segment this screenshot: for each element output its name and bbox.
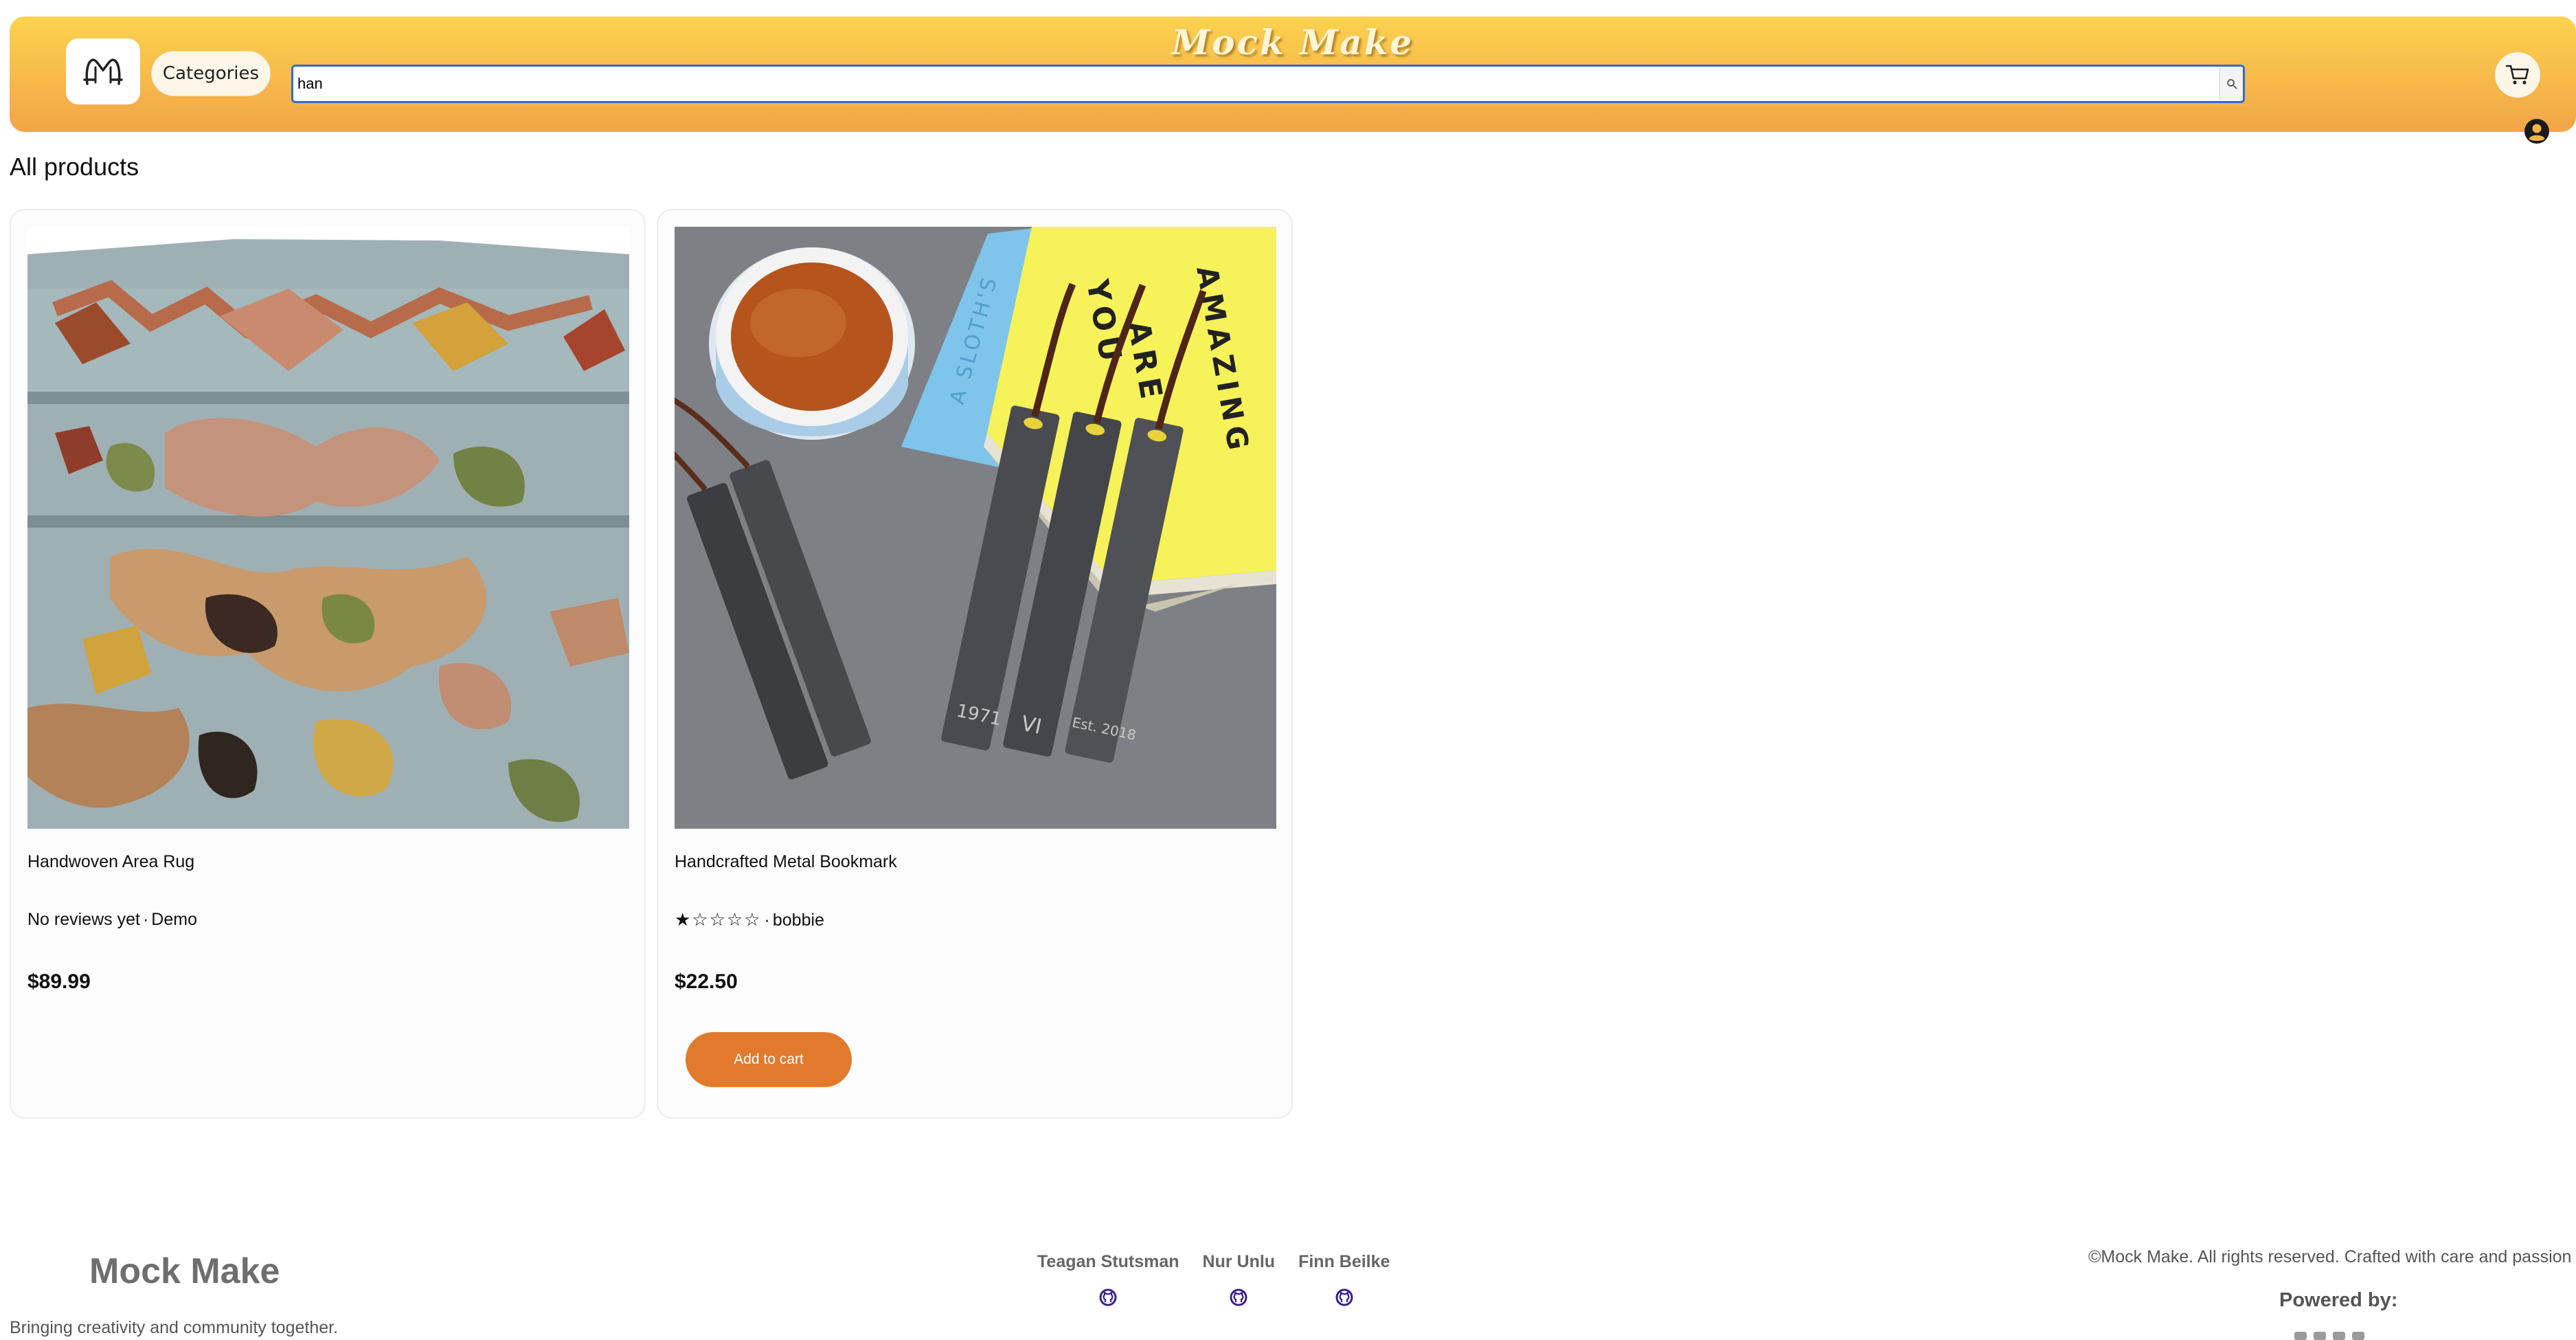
product-meta: ★☆☆☆☆ · bobbie xyxy=(675,910,824,930)
product-card[interactable]: A SLOTH'S YOU ARE AMAZING 1971 VI Est. 2… xyxy=(657,209,1293,1119)
meta-separator: · xyxy=(764,910,770,930)
github-icon xyxy=(1230,1288,1247,1306)
review-status: No reviews yet xyxy=(27,910,140,929)
search-bar xyxy=(291,65,2245,103)
user-account-button[interactable] xyxy=(2522,117,2551,146)
product-price: $22.50 xyxy=(675,970,738,993)
rug-photo-icon xyxy=(27,227,629,829)
contributors-list: Teagan Stutsman Nur Unlu Finn Beilke xyxy=(1037,1252,1390,1308)
powered-by-logos xyxy=(2294,1332,2364,1340)
product-image-bookmark[interactable]: A SLOTH'S YOU ARE AMAZING 1971 VI Est. 2… xyxy=(675,227,1276,829)
contributor: Finn Beilke xyxy=(1298,1252,1390,1308)
cart-button[interactable] xyxy=(2495,52,2540,98)
contributor-name: Nur Unlu xyxy=(1202,1252,1276,1271)
copyright-text: ©Mock Make. All rights reserved. Crafted… xyxy=(2088,1247,2572,1266)
site-header: Mock Make Categories xyxy=(10,16,2576,144)
github-link[interactable] xyxy=(1334,1287,1355,1308)
seller-name[interactable]: bobbie xyxy=(773,911,824,930)
search-button[interactable] xyxy=(2219,67,2243,100)
tech-logo-icon xyxy=(2352,1332,2364,1340)
tech-logo-icon xyxy=(2314,1332,2326,1340)
contributor: Teagan Stutsman xyxy=(1037,1252,1179,1308)
search-input[interactable] xyxy=(293,67,2219,101)
home-logo-button[interactable] xyxy=(66,38,140,104)
meta-separator: · xyxy=(142,910,149,929)
tech-logo-icon xyxy=(2294,1332,2307,1340)
brand-title: Mock Make xyxy=(1171,22,1414,63)
categories-button[interactable]: Categories xyxy=(151,51,271,96)
mock-make-logo-icon xyxy=(83,58,123,85)
product-price: $89.99 xyxy=(27,970,91,993)
search-icon xyxy=(2226,79,2237,89)
powered-by-label: Powered by: xyxy=(2279,1289,2398,1311)
github-link[interactable] xyxy=(1098,1287,1118,1308)
contributor: Nur Unlu xyxy=(1202,1252,1276,1308)
contributor-name: Finn Beilke xyxy=(1298,1252,1390,1271)
user-circle-icon xyxy=(2524,119,2549,144)
product-image-rug[interactable] xyxy=(27,227,629,829)
github-icon xyxy=(1099,1288,1117,1306)
page-title: All products xyxy=(10,153,139,181)
product-card[interactable]: Handwoven Area Rug No reviews yet · Demo… xyxy=(10,209,646,1119)
tech-logo-icon xyxy=(2333,1332,2345,1340)
product-name[interactable]: Handcrafted Metal Bookmark xyxy=(675,852,897,872)
product-meta: No reviews yet · Demo xyxy=(27,910,197,930)
github-link[interactable] xyxy=(1228,1287,1249,1308)
star-rating: ★☆☆☆☆ xyxy=(675,910,762,930)
footer-tagline: Bringing creativity and community togeth… xyxy=(10,1318,339,1337)
seller-name[interactable]: Demo xyxy=(151,910,197,930)
cart-icon xyxy=(2505,65,2529,85)
product-name[interactable]: Handwoven Area Rug xyxy=(27,852,194,872)
footer-brand: Mock Make xyxy=(89,1251,280,1291)
contributor-name: Teagan Stutsman xyxy=(1037,1252,1179,1271)
bookmark-photo-icon: A SLOTH'S YOU ARE AMAZING 1971 VI Est. 2… xyxy=(675,227,1276,829)
github-icon xyxy=(1335,1288,1353,1306)
add-to-cart-button[interactable]: Add to cart xyxy=(686,1032,852,1087)
